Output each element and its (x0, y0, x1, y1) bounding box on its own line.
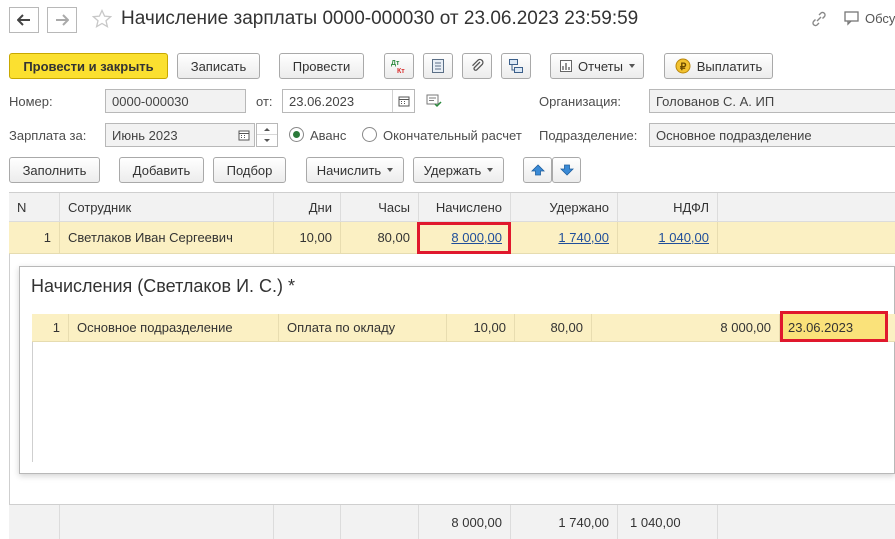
row-ndfl-link[interactable]: 1 040,00 (618, 222, 717, 253)
discuss-button[interactable]: Обсу (843, 10, 895, 26)
pay-button[interactable]: ₽ Выплатить (664, 53, 773, 79)
number-label: Номер: (9, 94, 53, 109)
forward-button[interactable] (47, 7, 77, 33)
popup-row-days: 10,00 (473, 320, 506, 335)
date-field[interactable]: 23.06.2023 (282, 89, 415, 113)
link-icon[interactable] (810, 10, 828, 31)
salary-period-label: Зарплата за: (9, 128, 87, 143)
row-number: 1 (43, 230, 51, 245)
favorite-star-icon[interactable] (91, 8, 113, 32)
page-title: Начисление зарплаты 0000-000030 от 23.06… (121, 8, 639, 29)
select-button[interactable]: Подбор (213, 157, 286, 183)
popup-title: Начисления (Светлаков И. С.) * (31, 276, 296, 296)
chevron-down-icon (628, 64, 635, 68)
number-field[interactable]: 0000-000030 (105, 89, 246, 113)
report-chart-icon (560, 60, 573, 72)
department-field[interactable]: Основное подразделение (649, 123, 895, 147)
arrow-right-icon (56, 14, 69, 26)
reports-label: Отчеты (578, 58, 623, 74)
table-header: N Сотрудник Дни Часы Начислено Удержано … (9, 192, 895, 222)
total-withheld: 1 740,00 (558, 514, 609, 530)
calendar-icon[interactable] (392, 90, 414, 112)
salary-period-field[interactable]: Июнь 2023 (105, 123, 255, 147)
popup-row-type[interactable]: Оплата по окладу (279, 314, 446, 341)
col-header-days[interactable]: Дни (274, 193, 340, 221)
period-stepper[interactable] (256, 123, 278, 147)
arrow-up-icon (530, 164, 545, 176)
attach-button[interactable] (462, 53, 492, 79)
back-button[interactable] (9, 7, 39, 33)
stepper-up-icon[interactable] (257, 124, 277, 135)
calendar-icon[interactable] (234, 124, 254, 146)
withhold-button[interactable]: Удержать (413, 157, 504, 183)
history-icon[interactable] (426, 94, 442, 111)
col-header-withheld[interactable]: Удержано (511, 193, 617, 221)
row-employee[interactable]: Светлаков Иван Сергеевич (60, 222, 273, 253)
hierarchy-icon (509, 59, 523, 73)
reports-button[interactable]: Отчеты (550, 53, 644, 79)
arrow-left-icon (17, 14, 30, 26)
advance-radio-label[interactable]: Аванс (310, 128, 346, 143)
popup-row-amount: 8 000,00 (720, 320, 771, 335)
chevron-down-icon (387, 168, 394, 172)
stepper-down-icon[interactable] (257, 135, 277, 146)
chevron-down-icon (487, 168, 494, 172)
organization-field[interactable]: Голованов С. А. ИП (649, 89, 895, 113)
organization-label: Организация: (539, 94, 622, 109)
date-value: 23.06.2023 (289, 93, 355, 109)
svg-text:Кт: Кт (397, 68, 405, 75)
col-header-accrued[interactable]: Начислено (419, 193, 510, 221)
arrow-down-icon (559, 164, 574, 176)
structure-button[interactable] (501, 53, 531, 79)
popup-row-department[interactable]: Основное подразделение (69, 314, 278, 341)
date-label: от: (256, 94, 273, 109)
withhold-label: Удержать (423, 162, 482, 178)
popup-row[interactable]: 1 Основное подразделение Оплата по оклад… (32, 314, 895, 342)
popup-row-number: 1 (52, 320, 60, 335)
svg-text:Дт: Дт (391, 60, 400, 67)
dt-kt-button[interactable]: Дт Кт (384, 53, 414, 79)
row-days: 10,00 (299, 230, 332, 245)
col-header-employee[interactable]: Сотрудник (60, 193, 273, 221)
popup-row-hours: 80,00 (550, 320, 583, 335)
col-header-ndfl[interactable]: НДФЛ (618, 193, 717, 221)
table-footer: 8 000,00 1 740,00 1 040,00 (9, 504, 895, 539)
accrue-label: Начислить (316, 162, 382, 178)
move-down-button[interactable] (552, 157, 581, 183)
final-radio[interactable] (362, 127, 377, 142)
department-label: Подразделение: (539, 128, 638, 143)
accrue-button[interactable]: Начислить (306, 157, 404, 183)
add-button[interactable]: Добавить (119, 157, 204, 183)
total-ndfl: 1 040,00 (630, 514, 681, 530)
highlight-accrued (417, 222, 511, 254)
list-button[interactable] (423, 53, 453, 79)
final-radio-label[interactable]: Окончательный расчет (383, 128, 522, 143)
accruals-popup: Начисления (Светлаков И. С.) * 1 Основно… (19, 266, 895, 474)
svg-text:₽: ₽ (680, 62, 687, 73)
move-up-button[interactable] (523, 157, 552, 183)
row-withheld-link[interactable]: 1 740,00 (511, 222, 617, 253)
chat-icon (844, 11, 859, 26)
salary-period-value: Июнь 2023 (112, 127, 178, 143)
dt-kt-icon: ДтКт (391, 60, 405, 75)
discuss-label: Обсу (865, 10, 895, 26)
post-and-close-button[interactable]: Провести и закрыть (9, 53, 168, 79)
row-hours: 80,00 (377, 230, 410, 245)
advance-radio[interactable] (289, 127, 304, 142)
radio-selected-dot (293, 131, 300, 138)
fill-button[interactable]: Заполнить (9, 157, 100, 183)
total-accrued: 8 000,00 (451, 514, 502, 530)
save-button[interactable]: Записать (177, 53, 260, 79)
col-header-n[interactable]: N (9, 193, 59, 221)
col-header-hours[interactable]: Часы (341, 193, 418, 221)
highlight-date (780, 311, 888, 342)
post-button[interactable]: Провести (279, 53, 364, 79)
pay-label: Выплатить (696, 58, 763, 74)
coin-icon: ₽ (675, 58, 691, 74)
document-list-icon (432, 59, 444, 73)
paperclip-icon (472, 58, 484, 71)
